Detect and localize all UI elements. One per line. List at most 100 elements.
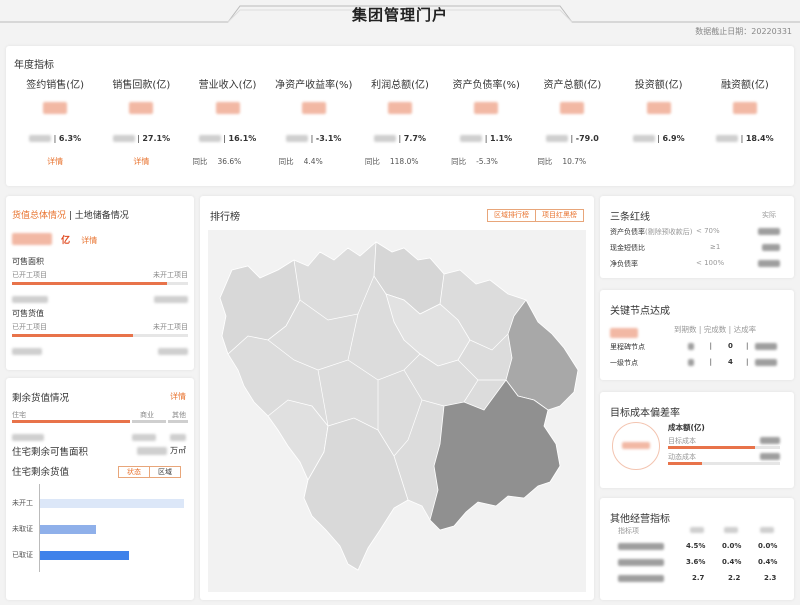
redacted-value (618, 574, 664, 582)
metric-detail-link[interactable]: 详情 (98, 156, 184, 167)
dynamic-cost-track (668, 462, 780, 465)
target-cost-fill (668, 446, 756, 449)
other-value (170, 427, 186, 446)
metric-rate: 16.1% (228, 134, 257, 143)
data-cutoff: 数据截止日期：20220331 (695, 26, 792, 37)
value-not-started-value (158, 341, 188, 360)
bar-label-not-started: 未开工 (12, 499, 33, 507)
yoy-label: 同比 (451, 157, 467, 166)
metric-rate: 1.1% (490, 134, 513, 143)
area-progress-track (12, 282, 188, 285)
indicator-row-2-v1: 3.6% (686, 558, 706, 566)
indicator-row-3-v1: 2.7 (692, 574, 705, 582)
redacted-value (158, 348, 188, 355)
row-label: 资产负债率 (610, 228, 645, 236)
yoy-label: 同比 (278, 157, 294, 166)
redacted-value (12, 296, 48, 303)
metric-value-redacted (474, 102, 499, 114)
indicator-row-3-label (618, 574, 664, 582)
area-not-started-value (154, 289, 188, 308)
indicator-row-2-v3: 0.4% (758, 558, 778, 566)
metric-yoy: 同比 10.7% (537, 156, 615, 167)
tab-land-reserve[interactable]: 土地储备情况 (75, 211, 129, 221)
metric-value-redacted (646, 102, 671, 114)
toggle-region[interactable]: 区域 (149, 467, 180, 477)
other-segment (168, 420, 188, 423)
indicator-row-3-v2: 2.2 (728, 574, 741, 582)
value-not-started-label: 未开工项目 (153, 323, 188, 331)
cutoff-label: 数据截止日期： (695, 27, 752, 36)
indicator-row-2-v2: 0.4% (722, 558, 742, 566)
dynamic-cost-value (760, 452, 780, 460)
redacted-value (688, 342, 694, 350)
redacted-value (724, 527, 738, 533)
metric-value-redacted (215, 102, 240, 114)
col-headers-redacted (690, 526, 704, 534)
redacted-value (758, 227, 780, 235)
redacted-value (690, 527, 704, 533)
metric-rate: 6.9% (662, 134, 685, 143)
status-region-toggle: 状态 区域 (118, 466, 181, 478)
metrics-row: 签约销售(亿) | 6.3% 详情 销售回款(亿) | 27.1% 详情 营业收… (12, 76, 788, 176)
col-done: 完成数 (703, 325, 727, 334)
residential-area-value: 万㎡ (137, 445, 186, 456)
metric-value-redacted (732, 102, 757, 114)
total-value-detail-link[interactable]: 详情 (81, 236, 97, 245)
col-headers-redacted (760, 526, 774, 534)
redacted-value (132, 434, 156, 441)
cost-deviation-card: 目标成本偏差率 成本额(亿) 目标成本 动态成本 (600, 392, 794, 488)
yoy-value: 4.4% (303, 157, 323, 166)
metric-label: 签约销售(亿) (26, 80, 85, 91)
metric-value-redacted (43, 102, 68, 114)
redacted-value (610, 327, 638, 338)
cost-title: 目标成本偏差率 (610, 408, 680, 419)
yoy-value: 10.7% (562, 157, 587, 166)
col-indicator-header: 指标项 (618, 527, 639, 535)
metric-yoy: 同比 118.0% (365, 156, 443, 167)
tab-overall-value[interactable]: 货值总体情况 (12, 211, 66, 221)
redline-actual-value (758, 227, 780, 235)
metric-debt-ratio: 资产负债率(%) | 1.1% 同比 -5.3% (443, 76, 529, 176)
redline-row-cash: 现金短债比 (610, 244, 645, 252)
metric-rate-row: | -79.0 (529, 134, 615, 143)
dynamic-cost-fill (668, 462, 702, 465)
redacted-value (755, 358, 778, 366)
residential-area-label: 住宅剩余可售面积 (12, 447, 89, 458)
metric-investment: 投资额(亿) | 6.9% (616, 76, 702, 176)
dynamic-cost-label: 动态成本 (668, 453, 696, 461)
redacted-value (12, 348, 42, 355)
tab-project-redblack[interactable]: 项目红黑榜 (536, 209, 584, 222)
other-title: 其他经营指标 (610, 514, 670, 525)
remaining-detail-link[interactable]: 详情 (170, 391, 186, 402)
other-label: 其他 (172, 411, 186, 419)
annual-metrics-card: 年度指标 签约销售(亿) | 6.3% 详情 销售回款(亿) | 27.1% 详… (6, 46, 794, 186)
commercial-segment (132, 420, 166, 423)
metric-rate-row: | 6.3% (12, 134, 98, 143)
indicator-row-1-v2: 0.0% (722, 542, 742, 550)
redline-threshold: < 70% (696, 227, 720, 235)
ranking-card: 排行榜 区域排行榜 项目红黑榜 (200, 196, 594, 600)
tab-separator: | (66, 211, 75, 221)
region-map[interactable] (208, 230, 586, 592)
col-rate: 达成率 (733, 325, 757, 334)
bar-label-no-certificate: 未取证 (12, 525, 33, 533)
indicator-row-1-label (618, 542, 664, 550)
redline-actual-header: 实际 (762, 211, 776, 219)
nodes-overall-redacted (610, 322, 638, 341)
ranking-title: 排行榜 (210, 212, 240, 223)
other-indicators-card: 其他经营指标 指标项 4.5% 0.0% 0.0% 3.6% 0.4% 0.4%… (600, 498, 794, 600)
bar-not-started (40, 499, 184, 508)
total-value-row: 亿 详情 (12, 228, 97, 247)
target-cost-value (760, 436, 780, 444)
metric-rate: 18.4% (745, 134, 774, 143)
toggle-status[interactable]: 状态 (119, 467, 149, 477)
sellable-value-title: 可售货值 (12, 309, 44, 318)
yoy-value: 118.0% (389, 157, 419, 166)
metric-detail-link[interactable]: 详情 (12, 156, 98, 167)
redacted-value (618, 558, 664, 566)
tab-region-ranking[interactable]: 区域排行榜 (487, 209, 536, 222)
nodes-row-level1-due: | (688, 358, 712, 366)
metric-revenue: 营业收入(亿) | 16.1% 同比 36.6% (184, 76, 270, 176)
total-value-redacted (12, 232, 52, 245)
area-started-label: 已开工项目 (12, 271, 47, 279)
